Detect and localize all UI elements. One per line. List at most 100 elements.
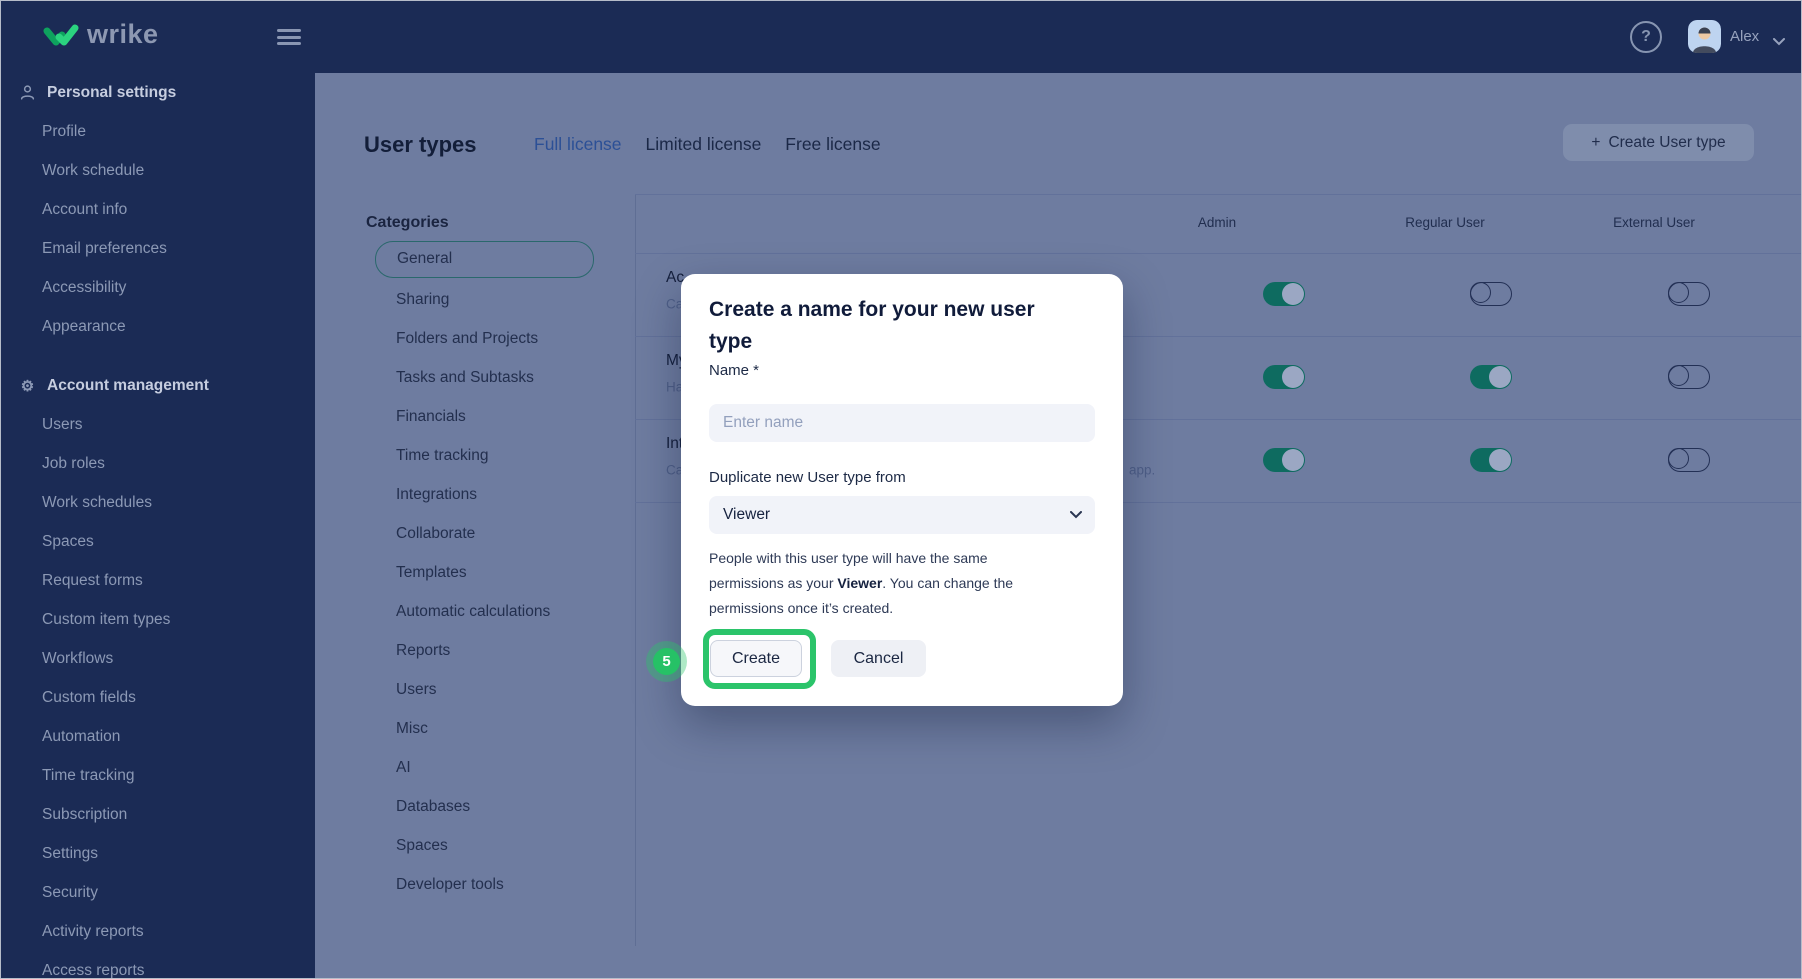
person-icon xyxy=(19,84,36,101)
name-label: Name * xyxy=(709,362,759,379)
cancel-button[interactable]: Cancel xyxy=(831,640,926,677)
tab-free-license[interactable]: Free license xyxy=(785,134,880,155)
category-item-spaces[interactable]: Spaces xyxy=(396,826,606,865)
toggle-regular-user-row-3[interactable] xyxy=(1470,448,1512,472)
category-item-sharing[interactable]: Sharing xyxy=(396,280,606,319)
sidebar-item-subscription[interactable]: Subscription xyxy=(1,795,315,834)
categories-heading: Categories xyxy=(366,205,606,241)
modal-title: Create a name for your new user type xyxy=(709,294,1059,358)
sidebar-item-spaces[interactable]: Spaces xyxy=(1,522,315,561)
column-header-external-user: External User xyxy=(1613,215,1695,230)
toggle-regular-user-row-2[interactable] xyxy=(1470,365,1512,389)
sidebar-item-job-roles[interactable]: Job roles xyxy=(1,444,315,483)
category-item-time-tracking[interactable]: Time tracking xyxy=(396,436,606,475)
sidebar-item-settings[interactable]: Settings xyxy=(1,834,315,873)
duplicate-from-select[interactable]: Viewer xyxy=(709,496,1095,534)
user-avatar[interactable] xyxy=(1688,20,1721,53)
category-item-general[interactable]: General xyxy=(375,241,594,278)
tab-full-license[interactable]: Full license xyxy=(534,134,622,155)
toggle-knob xyxy=(1282,366,1304,388)
sidebar-section-label: Account management xyxy=(47,377,209,395)
category-item-databases[interactable]: Databases xyxy=(396,787,606,826)
sidebar-item-custom-item-types[interactable]: Custom item types xyxy=(1,600,315,639)
sidebar-item-work-schedule[interactable]: Work schedule xyxy=(1,151,315,190)
create-user-type-button[interactable]: + Create User type xyxy=(1563,124,1754,161)
toggle-knob xyxy=(1489,449,1511,471)
toggle-knob xyxy=(1668,365,1689,386)
sidebar-item-request-forms[interactable]: Request forms xyxy=(1,561,315,600)
wrike-logo: wrike xyxy=(43,19,159,50)
category-item-folders-and-projects[interactable]: Folders and Projects xyxy=(396,319,606,358)
toggle-knob xyxy=(1282,449,1304,471)
category-item-templates[interactable]: Templates xyxy=(396,553,606,592)
wrike-logo-text: wrike xyxy=(87,19,159,50)
category-item-misc[interactable]: Misc xyxy=(396,709,606,748)
category-item-automatic-calculations[interactable]: Automatic calculations xyxy=(396,592,606,631)
sidebar-item-custom-fields[interactable]: Custom fields xyxy=(1,678,315,717)
sidebar-item-email-preferences[interactable]: Email preferences xyxy=(1,229,315,268)
wrike-logo-check-icon xyxy=(43,20,79,50)
sidebar-item-profile[interactable]: Profile xyxy=(1,112,315,151)
help-button[interactable]: ? xyxy=(1630,21,1662,53)
wrike-settings-screen: User types Full license Limited license Fr… xyxy=(0,0,1802,979)
top-bar: wrike ? Alex xyxy=(1,1,1802,73)
step-number-badge: 5 xyxy=(653,648,680,675)
sidebar-item-appearance[interactable]: Appearance xyxy=(1,307,315,346)
category-item-financials[interactable]: Financials xyxy=(396,397,606,436)
sidebar-item-activity-reports[interactable]: Activity reports xyxy=(1,912,315,951)
toggle-external-user-row-3[interactable] xyxy=(1668,448,1710,472)
sidebar-item-automation[interactable]: Automation xyxy=(1,717,315,756)
sidebar-section-personal-settings[interactable]: Personal settings xyxy=(1,73,315,112)
toggle-admin-row-2[interactable] xyxy=(1263,365,1305,389)
create-user-type-label: Create User type xyxy=(1608,134,1725,152)
sidebar-section-account-management[interactable]: ⚙Account management xyxy=(1,366,315,405)
sidebar-item-accessibility[interactable]: Accessibility xyxy=(1,268,315,307)
toggle-knob xyxy=(1489,366,1511,388)
sidebar-item-account-info[interactable]: Account info xyxy=(1,190,315,229)
categories-table-divider xyxy=(635,194,636,946)
tab-limited-license[interactable]: Limited license xyxy=(646,134,762,155)
step-highlight-box xyxy=(703,629,816,689)
column-header-regular-user: Regular User xyxy=(1405,215,1485,230)
permission-row-subtitle-continued: app. xyxy=(1129,463,1155,478)
table-top-divider xyxy=(635,194,1802,195)
categories-panel: Categories GeneralSharingFolders and Pro… xyxy=(366,205,606,904)
category-item-users[interactable]: Users xyxy=(396,670,606,709)
sidebar-item-users[interactable]: Users xyxy=(1,405,315,444)
sidebar-section-label: Personal settings xyxy=(47,84,176,102)
user-name[interactable]: Alex xyxy=(1730,28,1759,45)
toggle-admin-row-1[interactable] xyxy=(1263,282,1305,306)
sidebar-item-access-reports[interactable]: Access reports xyxy=(1,951,315,979)
settings-sidebar: Personal settingsProfileWork scheduleAcc… xyxy=(1,73,315,979)
toggle-external-user-row-1[interactable] xyxy=(1668,282,1710,306)
sidebar-item-workflows[interactable]: Workflows xyxy=(1,639,315,678)
sidebar-item-work-schedules[interactable]: Work schedules xyxy=(1,483,315,522)
question-mark-icon: ? xyxy=(1641,28,1651,46)
toggle-knob xyxy=(1668,282,1689,303)
chevron-down-icon xyxy=(1070,511,1082,519)
category-item-collaborate[interactable]: Collaborate xyxy=(396,514,606,553)
duplicate-from-label: Duplicate new User type from xyxy=(709,469,906,486)
chevron-down-icon[interactable] xyxy=(1773,33,1785,51)
plus-icon: + xyxy=(1591,134,1600,152)
toggle-knob xyxy=(1668,448,1689,469)
toggle-knob xyxy=(1282,283,1304,305)
sidebar-item-time-tracking[interactable]: Time tracking xyxy=(1,756,315,795)
name-input[interactable] xyxy=(709,404,1095,442)
page-title: User types xyxy=(364,132,477,158)
toggle-external-user-row-2[interactable] xyxy=(1668,365,1710,389)
categories-list: GeneralSharingFolders and ProjectsTasks … xyxy=(366,241,606,904)
sidebar-item-security[interactable]: Security xyxy=(1,873,315,912)
category-item-integrations[interactable]: Integrations xyxy=(396,475,606,514)
table-header-divider xyxy=(635,253,1802,254)
column-header-admin: Admin xyxy=(1198,215,1236,230)
toggle-regular-user-row-1[interactable] xyxy=(1470,282,1512,306)
hamburger-menu-icon[interactable] xyxy=(277,29,301,45)
category-item-tasks-and-subtasks[interactable]: Tasks and Subtasks xyxy=(396,358,606,397)
category-item-developer-tools[interactable]: Developer tools xyxy=(396,865,606,904)
category-item-reports[interactable]: Reports xyxy=(396,631,606,670)
category-item-ai[interactable]: AI xyxy=(396,748,606,787)
license-tabs: Full license Limited license Free license xyxy=(534,134,881,155)
toggle-admin-row-3[interactable] xyxy=(1263,448,1305,472)
toggle-knob xyxy=(1470,282,1491,303)
